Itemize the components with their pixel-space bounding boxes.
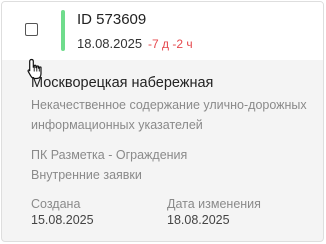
card-meta: ПК Разметка - Ограждения Внутренние заяв… — [31, 145, 316, 185]
request-date: 18.08.2025 — [77, 36, 143, 51]
created-block: Создана 15.08.2025 — [31, 197, 94, 228]
street-address: Москворецкая набережная — [31, 75, 214, 91]
request-source: Внутренние заявки — [31, 168, 142, 182]
modified-label: Дата изменения — [167, 197, 261, 211]
card-header: ID 573609 18.08.2025 -7 д -2 ч — [2, 2, 323, 60]
created-label: Создана — [31, 197, 81, 211]
issue-description: Некачественное содержание улично-дорожны… — [31, 98, 307, 132]
request-id: ID 573609 — [77, 11, 147, 28]
overdue-indicator: -7 д -2 ч — [148, 37, 193, 51]
request-card[interactable]: ID 573609 18.08.2025 -7 д -2 ч Москворец… — [1, 1, 324, 242]
modified-block: Дата изменения 18.08.2025 — [167, 197, 261, 228]
card-body: Москворецкая набережная Некачественное с… — [31, 74, 316, 185]
modified-date: 18.08.2025 — [167, 213, 230, 227]
status-accent-bar — [61, 10, 65, 51]
contractor-name: ПК Разметка - Ограждения — [31, 148, 188, 162]
select-checkbox[interactable] — [25, 23, 38, 36]
created-date: 15.08.2025 — [31, 213, 94, 227]
